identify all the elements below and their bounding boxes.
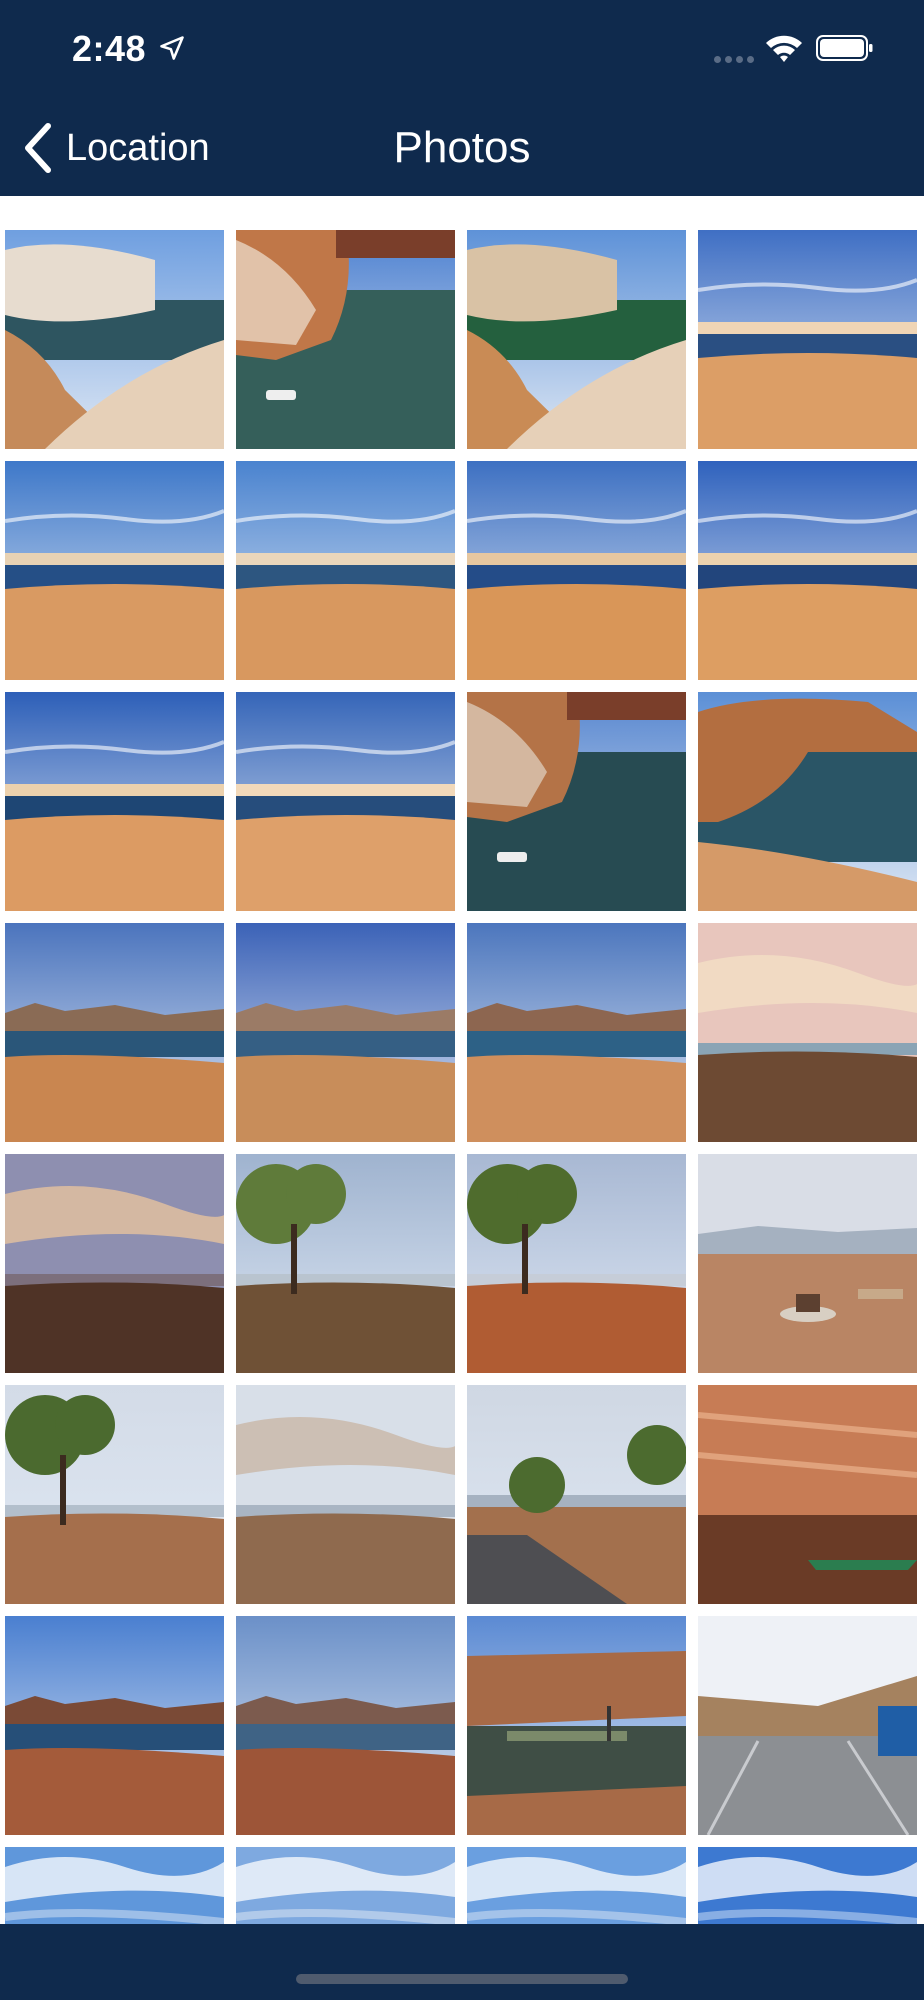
photo-thumbnail[interactable] (5, 1616, 224, 1835)
back-button[interactable]: Location (22, 118, 210, 178)
cellular-signal-icon (714, 56, 754, 63)
photo-thumbnail[interactable] (467, 230, 686, 449)
location-arrow-icon (160, 36, 184, 60)
photo-thumbnail[interactable] (467, 1385, 686, 1604)
photo-image (5, 1847, 224, 1924)
photo-thumbnail[interactable] (467, 692, 686, 911)
photo-image (467, 1616, 686, 1835)
photo-thumbnail[interactable] (467, 461, 686, 680)
photo-thumbnail[interactable] (5, 461, 224, 680)
photo-thumbnail[interactable] (236, 923, 455, 1142)
photo-thumbnail[interactable] (5, 923, 224, 1142)
photo-thumbnail[interactable] (5, 1847, 224, 1924)
photo-image (5, 461, 224, 680)
photo-image (236, 692, 455, 911)
status-time: 2:48 (72, 28, 147, 69)
photo-thumbnail[interactable] (236, 1154, 455, 1373)
photo-image (698, 692, 917, 911)
photo-image (467, 923, 686, 1142)
photo-image (698, 461, 917, 680)
back-button-label: Location (66, 126, 210, 169)
photo-image (698, 1385, 917, 1604)
photo-thumbnail[interactable] (236, 692, 455, 911)
photo-thumbnail[interactable] (698, 1847, 917, 1924)
photo-image (236, 461, 455, 680)
photo-thumbnail[interactable] (236, 461, 455, 680)
photo-thumbnail[interactable] (5, 1385, 224, 1604)
photo-thumbnail[interactable] (467, 1847, 686, 1924)
navigation-header: 2:48 Location Photos (0, 0, 924, 196)
photo-image (236, 1385, 455, 1604)
photos-screen: 2:48 Location Photos (0, 0, 924, 2000)
photo-image (698, 1154, 917, 1373)
photo-thumbnail[interactable] (236, 1616, 455, 1835)
photo-image (698, 1616, 917, 1835)
photo-thumbnail[interactable] (236, 1847, 455, 1924)
photo-image (236, 1154, 455, 1373)
photo-image (467, 230, 686, 449)
photo-image (698, 230, 917, 449)
photo-thumbnail[interactable] (698, 1616, 917, 1835)
photo-image (467, 1385, 686, 1604)
photo-image (236, 1616, 455, 1835)
photo-thumbnail[interactable] (467, 923, 686, 1142)
photo-image (467, 1154, 686, 1373)
photo-thumbnail[interactable] (5, 1154, 224, 1373)
photo-thumbnail[interactable] (467, 1616, 686, 1835)
home-indicator (296, 1974, 628, 1984)
photo-thumbnail[interactable] (698, 230, 917, 449)
photo-image (236, 923, 455, 1142)
photo-thumbnail[interactable] (467, 1154, 686, 1373)
chevron-left-icon (25, 123, 51, 173)
photo-image (698, 923, 917, 1142)
photo-image (467, 461, 686, 680)
photo-image (236, 1847, 455, 1924)
photo-thumbnail[interactable] (5, 230, 224, 449)
photo-thumbnail[interactable] (698, 461, 917, 680)
photo-image (467, 1847, 686, 1924)
wifi-icon (766, 35, 802, 62)
photo-grid (0, 196, 924, 1924)
photo-thumbnail[interactable] (698, 1154, 917, 1373)
photo-thumbnail[interactable] (698, 923, 917, 1142)
photo-thumbnail[interactable] (236, 230, 455, 449)
photo-image (5, 1616, 224, 1835)
photo-image (5, 692, 224, 911)
photo-image (698, 1847, 917, 1924)
photo-thumbnail[interactable] (5, 692, 224, 911)
photo-image (467, 692, 686, 911)
photo-image (5, 1385, 224, 1604)
photo-thumbnail[interactable] (698, 1385, 917, 1604)
photo-image (5, 923, 224, 1142)
photo-image (5, 1154, 224, 1373)
photo-thumbnail[interactable] (698, 692, 917, 911)
photo-image (5, 230, 224, 449)
bottom-bar (0, 1924, 924, 2000)
battery-icon (816, 35, 873, 61)
photo-thumbnail[interactable] (236, 1385, 455, 1604)
photo-image (236, 230, 455, 449)
